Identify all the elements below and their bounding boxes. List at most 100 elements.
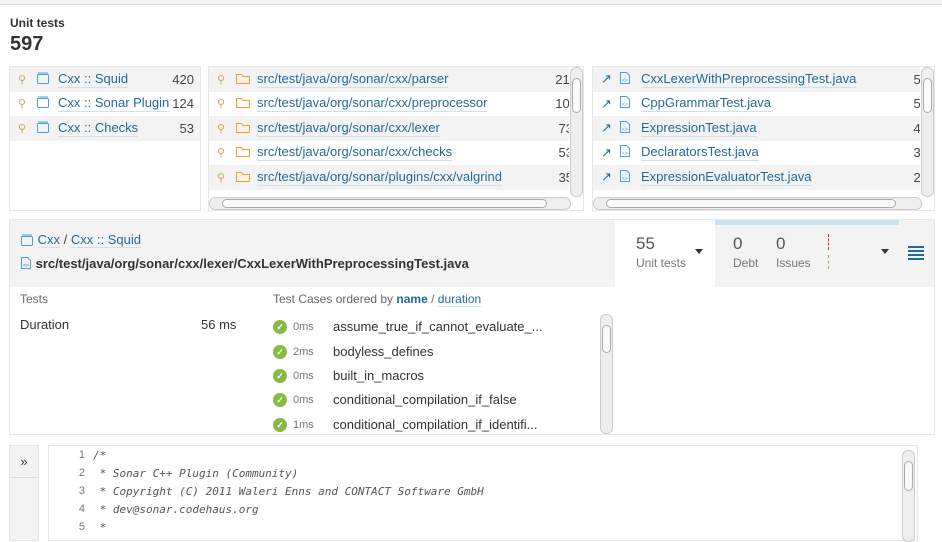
folder-icon bbox=[235, 144, 251, 161]
check-icon: ✓ bbox=[273, 417, 287, 432]
source-scrollbar[interactable] bbox=[902, 450, 915, 542]
directory-link[interactable]: src/test/java/org/sonar/cxx/parser bbox=[257, 71, 449, 88]
test-case-row[interactable]: ✓ 0ms assume_true_if_cannot_evaluate_... bbox=[273, 319, 543, 334]
count: 217 bbox=[555, 71, 569, 87]
page-title: Unit tests bbox=[10, 16, 65, 30]
search-icon[interactable]: ⚲ bbox=[217, 171, 231, 184]
search-icon[interactable]: ⚲ bbox=[217, 122, 231, 135]
project-icon bbox=[21, 234, 33, 246]
search-icon[interactable]: ⚲ bbox=[217, 97, 231, 110]
caret-down-icon[interactable] bbox=[695, 249, 703, 254]
file-path-text: src/test/java/org/sonar/cxx/lexer/CxxLex… bbox=[35, 256, 469, 271]
code-line: * Sonar C++ Plugin (Community) bbox=[93, 467, 299, 480]
count: 35 bbox=[558, 169, 569, 185]
list-item[interactable]: ⚲ src/test/java/org/sonar/cxx/lexer 73 bbox=[209, 116, 569, 141]
breadcrumb: Cxx / Cxx :: Squid bbox=[20, 232, 141, 248]
project-icon bbox=[36, 120, 52, 137]
test-case-row[interactable]: ✓ 1ms conditional_compilation_if_identifi.… bbox=[273, 417, 538, 432]
file-link[interactable]: CppGrammarTest.java bbox=[641, 95, 772, 113]
unit-tests-measure[interactable]: 55 Unit tests bbox=[615, 220, 715, 287]
test-duration: 0ms bbox=[293, 369, 314, 382]
test-case-row[interactable]: ✓ 2ms bodyless_defines bbox=[273, 344, 433, 359]
list-item[interactable]: ↗ <> DeclaratorsTest.java 38 bbox=[593, 141, 920, 166]
folder-icon bbox=[235, 95, 251, 112]
list-item[interactable]: ↗ <> ExpressionTest.java 42 bbox=[593, 116, 920, 141]
svg-text:<>: <> bbox=[622, 78, 628, 84]
open-external-icon[interactable]: ↗ bbox=[601, 169, 615, 185]
open-external-icon[interactable]: ↗ bbox=[601, 96, 615, 112]
code-line: /* bbox=[93, 449, 107, 462]
svg-text:<>: <> bbox=[622, 127, 628, 133]
list-item[interactable]: ⚲ src/test/java/org/sonar/cxx/parser 217 bbox=[209, 67, 569, 92]
file-link[interactable]: ExpressionEvaluatorTest.java bbox=[641, 169, 812, 186]
horizontal-scrollbar[interactable] bbox=[209, 197, 571, 210]
test-duration: 1ms bbox=[293, 418, 314, 431]
open-external-icon[interactable]: ↗ bbox=[601, 120, 615, 136]
list-item[interactable]: ⚲ Cxx :: Checks 53 bbox=[10, 116, 200, 141]
test-case-row[interactable]: ✓ 0ms conditional_compilation_if_false bbox=[273, 392, 517, 407]
file-link[interactable]: CxxLexerWithPreprocessingTest.java bbox=[641, 71, 857, 88]
debt-label[interactable]: Debt bbox=[733, 256, 758, 270]
top-bar bbox=[0, 0, 942, 5]
search-icon[interactable]: ⚲ bbox=[18, 97, 32, 110]
line-number[interactable]: 2 bbox=[49, 467, 85, 479]
list-item[interactable]: ⚲ Cxx :: Sonar Plugin 124 bbox=[10, 92, 200, 117]
source-viewer: 1 /* 2 * Sonar C++ Plugin (Community) 3 *… bbox=[48, 445, 918, 542]
list-item[interactable]: ⚲ src/test/java/org/sonar/cxx/preprocesso… bbox=[209, 92, 569, 117]
issues-value: 0 bbox=[776, 234, 786, 253]
severity-bar bbox=[828, 255, 829, 269]
list-item[interactable]: ⚲ src/test/java/org/sonar/plugins/cxx/val… bbox=[209, 165, 569, 190]
project-icon bbox=[36, 95, 52, 112]
vertical-scrollbar[interactable] bbox=[921, 67, 934, 197]
duration-label: Duration bbox=[20, 317, 70, 332]
test-case-row[interactable]: ✓ 0ms built_in_macros bbox=[273, 368, 424, 383]
breadcrumb-root[interactable]: Cxx bbox=[37, 232, 61, 248]
project-link[interactable]: Cxx :: Checks bbox=[58, 120, 139, 137]
folder-icon bbox=[235, 120, 251, 137]
directory-link[interactable]: src/test/java/org/sonar/cxx/lexer bbox=[257, 120, 440, 137]
project-link[interactable]: Cxx :: Sonar Plugin bbox=[58, 95, 170, 113]
menu-icon[interactable] bbox=[908, 246, 924, 260]
project-link[interactable]: Cxx :: Squid bbox=[58, 71, 129, 88]
debt-value: 0 bbox=[733, 234, 743, 253]
line-number[interactable]: 4 bbox=[49, 503, 85, 515]
line-number[interactable]: 5 bbox=[49, 521, 85, 533]
breadcrumb-project[interactable]: Cxx :: Squid bbox=[70, 232, 141, 248]
total-count: 597 bbox=[10, 33, 44, 55]
code-line: * Copyright (C) 2011 Waleri Enns and CON… bbox=[93, 485, 484, 498]
list-item[interactable]: ↗ <> CppGrammarTest.java 57 bbox=[593, 92, 920, 117]
order-separator: / bbox=[431, 292, 435, 306]
directory-link[interactable]: src/test/java/org/sonar/cxx/checks bbox=[257, 144, 453, 162]
unit-tests-value: 55 bbox=[636, 234, 655, 253]
count: 28 bbox=[914, 170, 920, 185]
directory-link[interactable]: src/test/java/org/sonar/cxx/preprocessor bbox=[257, 95, 488, 113]
expand-icon[interactable]: » bbox=[10, 446, 38, 478]
directory-link[interactable]: src/test/java/org/sonar/plugins/cxx/valg… bbox=[257, 169, 502, 186]
svg-text:<>: <> bbox=[622, 176, 628, 182]
issues-label[interactable]: Issues bbox=[776, 256, 811, 270]
file-link[interactable]: DeclaratorsTest.java bbox=[641, 144, 759, 162]
svg-text:<>: <> bbox=[622, 151, 628, 157]
open-external-icon[interactable]: ↗ bbox=[601, 71, 615, 87]
line-number[interactable]: 1 bbox=[49, 449, 85, 461]
file-icon: <> bbox=[619, 95, 635, 112]
line-number[interactable]: 3 bbox=[49, 485, 85, 497]
file-link[interactable]: ExpressionTest.java bbox=[641, 120, 757, 137]
list-item[interactable]: ↗ <> ExpressionEvaluatorTest.java 28 bbox=[593, 165, 920, 190]
test-cases-scrollbar[interactable] bbox=[600, 314, 613, 434]
caret-down-icon[interactable] bbox=[881, 249, 889, 254]
search-icon[interactable]: ⚲ bbox=[18, 122, 32, 135]
search-icon[interactable]: ⚲ bbox=[217, 146, 231, 159]
search-icon[interactable]: ⚲ bbox=[18, 73, 32, 86]
vertical-scrollbar[interactable] bbox=[570, 67, 583, 197]
tab-indicator bbox=[715, 220, 899, 225]
horizontal-scrollbar[interactable] bbox=[593, 197, 922, 210]
open-external-icon[interactable]: ↗ bbox=[601, 145, 615, 161]
list-item[interactable]: ⚲ Cxx :: Squid 420 bbox=[10, 67, 200, 92]
svg-text:<>: <> bbox=[622, 102, 628, 108]
list-item[interactable]: ⚲ src/test/java/org/sonar/cxx/checks 53 bbox=[209, 141, 569, 166]
search-icon[interactable]: ⚲ bbox=[217, 73, 231, 86]
order-by-name-link[interactable]: name bbox=[396, 292, 427, 306]
list-item[interactable]: ↗ <> CxxLexerWithPreprocessingTest.java 55 bbox=[593, 67, 920, 92]
order-by-duration-link[interactable]: duration bbox=[437, 292, 482, 307]
